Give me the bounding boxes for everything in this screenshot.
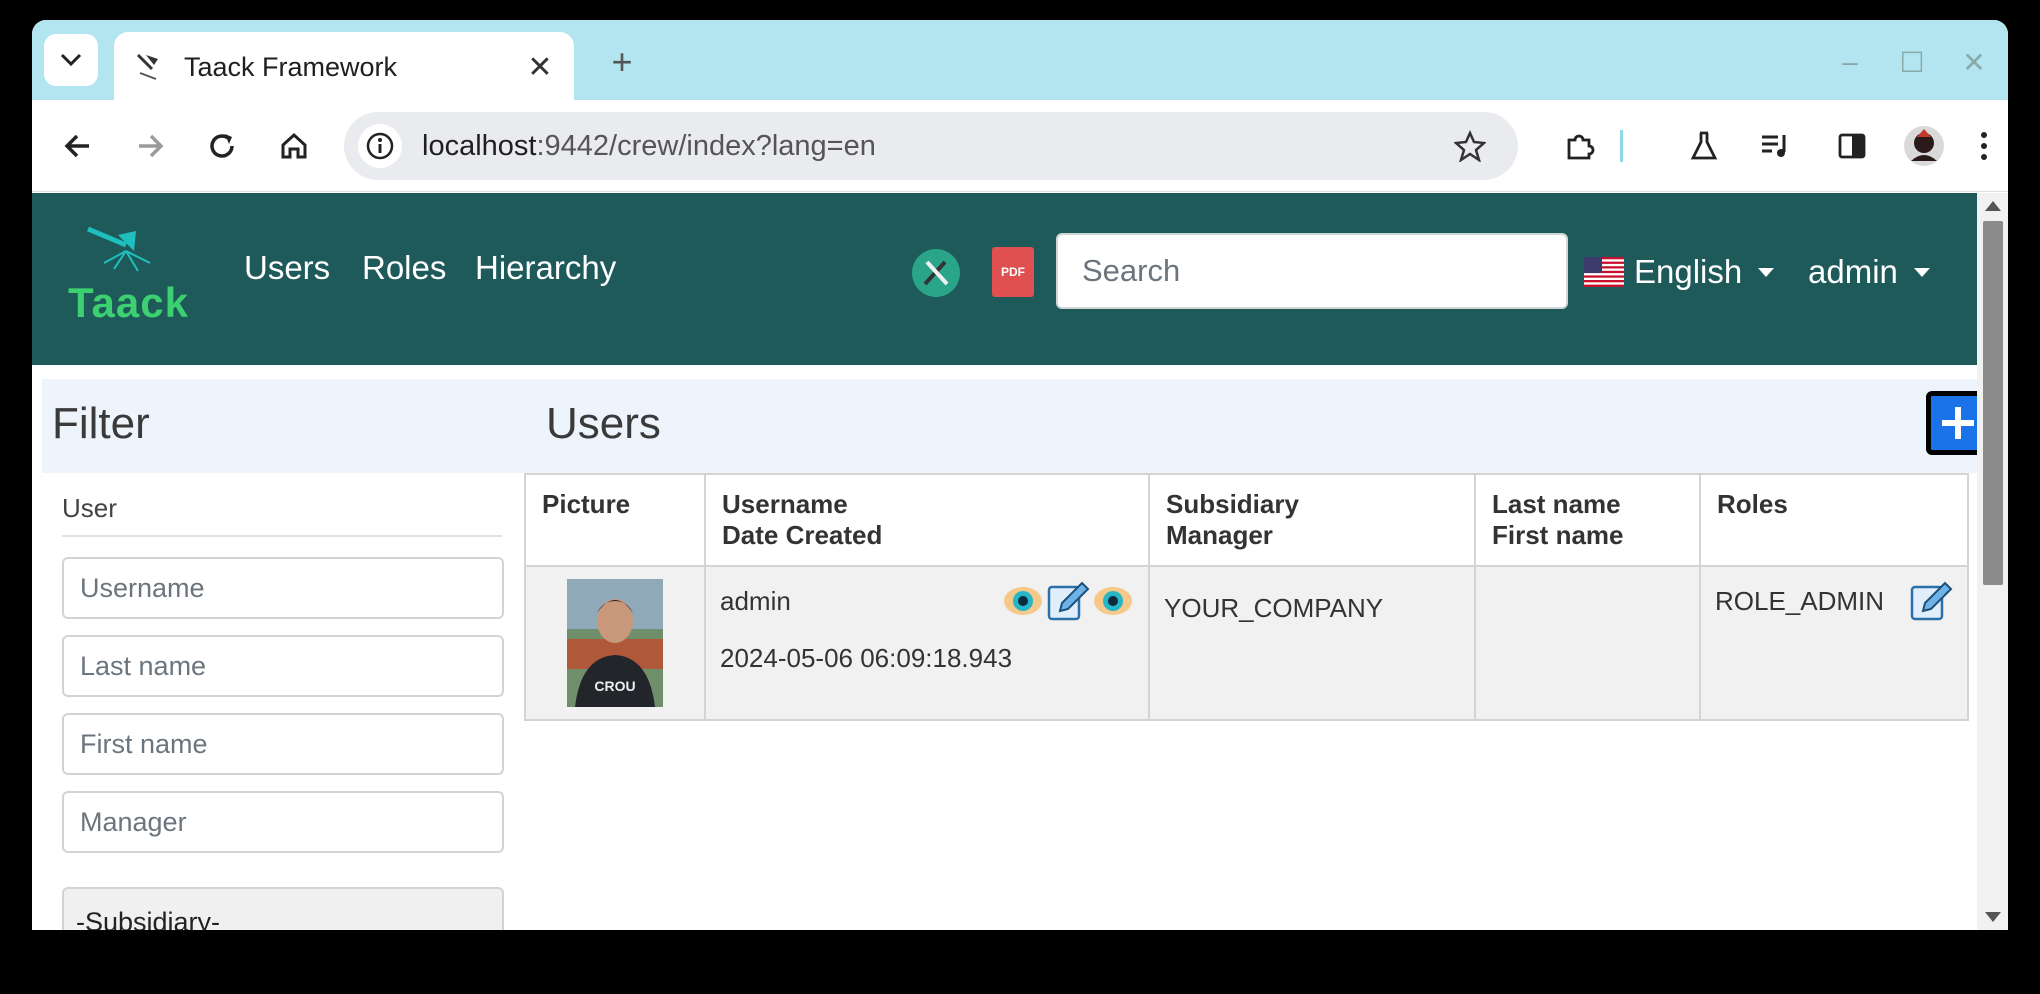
page-scrollbar[interactable] [1977, 193, 2008, 930]
language-label: English [1634, 253, 1743, 290]
nav-link-roles[interactable]: Roles [362, 249, 446, 287]
side-panel-icon[interactable] [1826, 120, 1878, 172]
filter-section-user: User [62, 493, 117, 523]
col-label: Username [722, 489, 848, 519]
labs-flask-icon[interactable] [1678, 120, 1730, 172]
window-close-icon[interactable]: ✕ [1952, 42, 1996, 82]
subsidiary-select[interactable]: -Subsidiary- [62, 887, 504, 930]
edit-pencil-icon[interactable] [1046, 579, 1090, 623]
manager-field[interactable]: Manager [62, 791, 504, 853]
col-label: Picture [542, 489, 631, 519]
last-name-field[interactable]: Last name [62, 635, 504, 697]
col-picture[interactable]: Picture [524, 473, 706, 567]
filter-header: Filter [42, 379, 526, 473]
url-text: localhost:9442/crew/index?lang=en [422, 130, 1448, 163]
col-label: Roles [1717, 489, 1788, 519]
reload-icon[interactable] [196, 120, 248, 172]
add-user-button[interactable] [1926, 391, 1977, 455]
users-header: Users [526, 379, 1977, 473]
divider [62, 535, 502, 537]
subsidiary-value: YOUR_COMPANY [1164, 593, 1384, 623]
view-eye-icon[interactable] [1002, 584, 1044, 618]
browser-window: Taack Framework ✕ + – ☐ ✕ localhost:9442… [32, 20, 2008, 930]
url-path: :9442/crew/index?lang=en [536, 129, 876, 162]
cell-subsidiary: YOUR_COMPANY [1148, 565, 1476, 721]
new-tab-button[interactable]: + [600, 40, 644, 84]
bookmark-star-icon[interactable] [1448, 124, 1492, 168]
forward-icon[interactable] [124, 120, 176, 172]
edit-roles-pencil-icon[interactable] [1909, 579, 1953, 623]
chevron-down-icon [60, 53, 82, 67]
col-label: First name [1492, 520, 1624, 550]
logo-text: Taack [68, 279, 189, 326]
search-input[interactable]: Search [1056, 233, 1568, 309]
back-icon[interactable] [52, 120, 104, 172]
nav-link-users[interactable]: Users [244, 249, 330, 287]
cell-picture: CROU [524, 565, 706, 721]
col-label: Date Created [722, 520, 883, 550]
us-flag-icon [1584, 257, 1624, 287]
table-header-row: Picture Username Date Created Subsidiary M… [524, 473, 1969, 567]
cell-username-date: admin 2024-05-06 06:09:18.943 [704, 565, 1150, 721]
taack-favicon-icon [136, 53, 158, 80]
scroll-down-arrow-icon[interactable] [1985, 912, 2001, 922]
url-host: localhost [422, 129, 537, 162]
col-last-first-name[interactable]: Last name First name [1474, 473, 1701, 567]
user-dropdown[interactable]: admin [1808, 253, 1930, 291]
col-roles[interactable]: Roles [1699, 473, 1969, 567]
home-icon[interactable] [268, 120, 320, 172]
roles-value: ROLE_ADMIN [1715, 585, 1885, 616]
date-created-value: 2024-05-06 06:09:18.943 [720, 643, 1013, 673]
svg-text:CROU: CROU [594, 678, 635, 694]
col-subsidiary-manager[interactable]: Subsidiary Manager [1148, 473, 1476, 567]
browser-menu-icon[interactable] [1968, 120, 2000, 172]
col-label: Manager [1166, 520, 1273, 550]
tab-strip: Taack Framework ✕ + – ☐ ✕ [32, 20, 2008, 102]
scroll-up-arrow-icon[interactable] [1985, 201, 2001, 211]
user-label: admin [1808, 253, 1898, 290]
tab-search-button[interactable] [44, 34, 98, 86]
minimize-icon[interactable]: – [1828, 42, 1872, 82]
toolbar-divider [1620, 130, 1623, 162]
profile-avatar-icon[interactable] [1898, 120, 1950, 172]
nav-link-hierarchy[interactable]: Hierarchy [475, 249, 616, 287]
users-title: Users [546, 399, 661, 448]
tools-icon[interactable] [912, 249, 960, 297]
caret-down-icon [1758, 267, 1775, 277]
col-username-date[interactable]: Username Date Created [704, 473, 1150, 567]
language-dropdown[interactable]: English [1584, 253, 1775, 291]
cell-roles: ROLE_ADMIN [1699, 565, 1969, 721]
app-navbar: Taack Users Roles Hierarchy PDF Search E… [32, 193, 1977, 365]
media-control-icon[interactable] [1750, 120, 1802, 172]
site-info-icon[interactable] [358, 124, 402, 168]
filter-title: Filter [52, 399, 150, 448]
browser-tab[interactable]: Taack Framework ✕ [114, 32, 574, 102]
user-avatar[interactable]: CROU [567, 579, 663, 707]
scroll-thumb[interactable] [1983, 221, 2003, 585]
address-bar[interactable]: localhost:9442/crew/index?lang=en [344, 112, 1518, 180]
extensions-icon[interactable] [1554, 120, 1606, 172]
page-content: Taack Users Roles Hierarchy PDF Search E… [32, 193, 1977, 930]
cell-last-first-name [1474, 565, 1701, 721]
users-table: Picture Username Date Created Subsidiary M… [524, 473, 1969, 721]
row-actions [1002, 579, 1134, 623]
close-icon[interactable]: ✕ [520, 47, 560, 87]
username-field[interactable]: Username [62, 557, 504, 619]
table-row: CROU admin 2024-05-06 06:09:18.943 YOUR_… [524, 565, 1969, 721]
col-label: Subsidiary [1166, 489, 1299, 519]
caret-down-icon [1913, 267, 1930, 277]
plus-icon [1942, 407, 1974, 439]
username-value: admin [720, 585, 791, 616]
view-eye-icon[interactable] [1092, 584, 1134, 618]
tab-title: Taack Framework [184, 51, 398, 82]
browser-toolbar: localhost:9442/crew/index?lang=en [32, 100, 2008, 192]
pdf-icon[interactable]: PDF [992, 247, 1034, 297]
col-label: Last name [1492, 489, 1621, 519]
maximize-icon[interactable]: ☐ [1890, 42, 1934, 82]
first-name-field[interactable]: First name [62, 713, 504, 775]
